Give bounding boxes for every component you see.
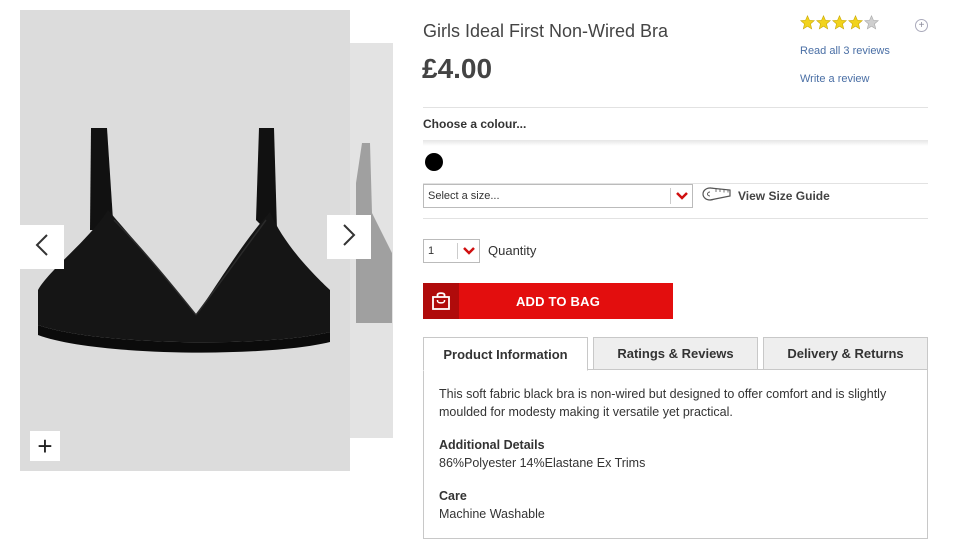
- next-image-button[interactable]: [327, 215, 371, 259]
- additional-details-text: 86%Polyester 14%Elastane Ex Trims: [439, 456, 646, 470]
- star-full-icon: [832, 15, 847, 30]
- size-guide-link[interactable]: View Size Guide: [702, 187, 830, 204]
- quantity-label: Quantity: [488, 243, 537, 258]
- previous-image-button[interactable]: [20, 225, 64, 269]
- expand-rating-icon[interactable]: +: [915, 19, 928, 32]
- product-information-panel: This soft fabric black bra is non-wired …: [423, 369, 928, 539]
- product-image-main[interactable]: +: [20, 10, 350, 471]
- read-all-reviews-link[interactable]: Read all 3 reviews: [800, 45, 890, 57]
- tape-measure-icon: [702, 187, 732, 204]
- care-section: Care Machine Washable: [439, 487, 912, 523]
- quantity-select[interactable]: 1: [423, 239, 480, 263]
- divider: [423, 140, 928, 146]
- rating-stars[interactable]: [800, 15, 879, 30]
- colour-swatch-black[interactable]: [425, 153, 443, 171]
- tab-ratings-reviews[interactable]: Ratings & Reviews: [593, 337, 758, 370]
- additional-details-heading: Additional Details: [439, 438, 545, 452]
- star-full-icon: [848, 15, 863, 30]
- shopping-bag-icon: [423, 283, 459, 319]
- tab-delivery-returns[interactable]: Delivery & Returns: [763, 337, 928, 370]
- write-review-link[interactable]: Write a review: [800, 73, 869, 85]
- product-price: £4.00: [422, 53, 493, 84]
- additional-details-section: Additional Details 86%Polyester 14%Elast…: [439, 436, 912, 472]
- chevron-down-icon: [457, 243, 479, 259]
- divider: [423, 218, 928, 219]
- divider: [423, 107, 928, 108]
- star-empty-icon: [864, 15, 879, 30]
- add-to-bag-button[interactable]: ADD TO BAG: [423, 283, 673, 319]
- care-text: Machine Washable: [439, 507, 545, 521]
- product-image-bra: [38, 128, 330, 353]
- product-title: Girls Ideal First Non-Wired Bra: [423, 21, 669, 41]
- star-full-icon: [800, 15, 815, 30]
- plus-icon: +: [37, 431, 53, 461]
- zoom-image-button[interactable]: +: [30, 431, 60, 461]
- star-full-icon: [816, 15, 831, 30]
- chevron-down-icon: [670, 188, 692, 204]
- size-select[interactable]: Select a size...: [423, 184, 693, 208]
- care-heading: Care: [439, 489, 467, 503]
- size-select-value: Select a size...: [428, 190, 500, 202]
- size-guide-label: View Size Guide: [738, 188, 830, 203]
- product-tabs: Product Information Ratings & Reviews De…: [423, 337, 928, 371]
- tab-product-information[interactable]: Product Information: [423, 337, 588, 371]
- add-to-bag-label: ADD TO BAG: [515, 293, 601, 309]
- quantity-value: 1: [428, 245, 435, 257]
- chevron-right-icon: [342, 223, 356, 252]
- product-description: This soft fabric black bra is non-wired …: [439, 387, 887, 419]
- colour-label: Choose a colour...: [423, 117, 527, 131]
- chevron-left-icon: [35, 233, 49, 262]
